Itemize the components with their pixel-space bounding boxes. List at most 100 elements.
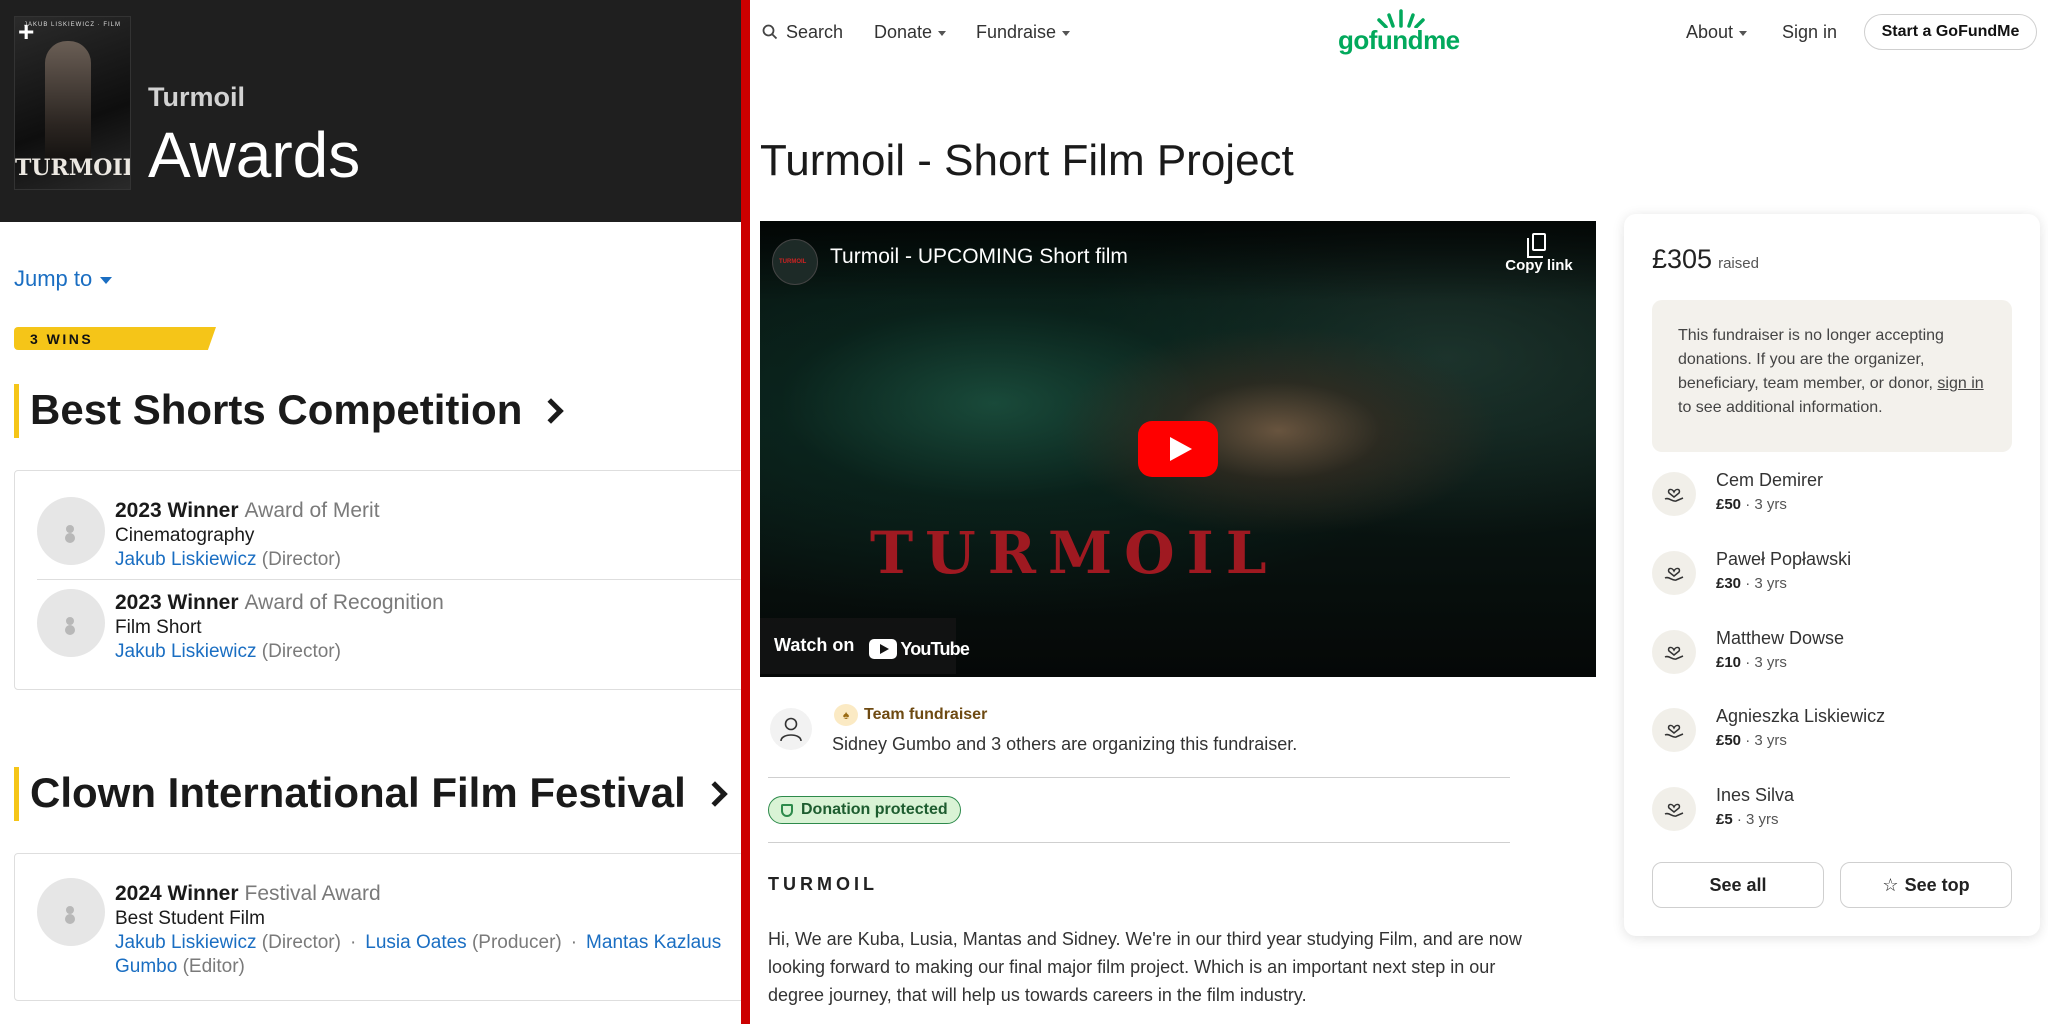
video-title-card: TURMOIL	[870, 519, 1279, 587]
person-link[interactable]: Lusia Oates	[365, 932, 466, 953]
section-title-clown-festival[interactable]: Clown International Film Festival	[14, 767, 728, 821]
donor-item: Cem Demirer £50 · 3 yrs	[1652, 470, 2012, 530]
donation-protected-badge[interactable]: Donation protected	[768, 796, 961, 824]
awards-header: JAKUB LISKIEWICZ · FILM TURMOIL + Turmoi…	[0, 0, 741, 222]
campaign-title: Turmoil - Short Film Project	[760, 136, 1294, 185]
caret-down-icon	[938, 30, 947, 36]
watch-on-youtube-button[interactable]: Watch on YouTube	[760, 618, 970, 674]
donor-amount-time: £50 · 3 yrs	[1716, 496, 1787, 513]
raised-summary: £305 raised	[1652, 244, 1759, 275]
film-title[interactable]: Turmoil	[148, 82, 245, 113]
closed-fundraiser-notice: This fundraiser is no longer accepting d…	[1652, 300, 2012, 452]
poster-caption: TURMOIL	[15, 155, 131, 181]
award-category: Award of Merit	[244, 499, 380, 522]
logo-wordmark: gofundme	[1338, 25, 1460, 55]
donor-item: Paweł Popławski £30 · 3 yrs	[1652, 549, 2012, 609]
imdb-awards-pane: JAKUB LISKIEWICZ · FILM TURMOIL + Turmoi…	[0, 0, 741, 1024]
separator: ·	[349, 932, 357, 953]
person-role: (Director)	[261, 549, 341, 570]
play-button-icon[interactable]	[1138, 421, 1218, 477]
award-row: 2024 Winner Festival Award Best Student F…	[15, 854, 741, 1002]
award-people: Jakub Liskiewicz (Director)	[115, 641, 341, 663]
team-fundraiser-label: Team fundraiser	[864, 706, 988, 723]
gofundme-logo[interactable]: gofundme	[1338, 8, 1468, 55]
nav-about[interactable]: About	[1686, 22, 1748, 43]
organizer-avatar[interactable]	[770, 708, 812, 750]
pane-divider	[741, 0, 750, 1024]
person-role: (Director)	[261, 641, 341, 662]
chevron-right-icon	[702, 781, 728, 807]
copy-link-button[interactable]: Copy link	[1496, 233, 1582, 274]
notice-sign-in-link[interactable]: sign in	[1937, 375, 1983, 392]
avatar-placeholder-icon	[37, 878, 105, 946]
donor-amount-time: £5 · 3 yrs	[1716, 811, 1779, 828]
start-gofundme-button[interactable]: Start a GoFundMe	[1864, 14, 2037, 50]
channel-avatar[interactable]	[772, 239, 818, 285]
search-icon	[762, 24, 778, 40]
award-detail: Film Short	[115, 617, 202, 638]
section-title-best-shorts[interactable]: Best Shorts Competition	[14, 384, 565, 438]
donor-name: Cem Demirer	[1716, 470, 1824, 490]
jump-to-dropdown[interactable]: Jump to	[14, 266, 113, 292]
gofundme-pane: Search Donate Fundraise gofundme About S…	[750, 0, 2048, 1024]
section-title-text: Clown International Film Festival	[30, 769, 686, 816]
nav-donate[interactable]: Donate	[874, 22, 947, 43]
award-detail: Best Student Film	[115, 908, 265, 929]
donor-name: Ines Silva	[1716, 785, 1795, 805]
award-people-continued: Gumbo (Editor)	[115, 956, 245, 978]
see-top-button[interactable]: ☆ See top	[1840, 862, 2012, 908]
person-link[interactable]: Jakub Liskiewicz	[115, 932, 257, 953]
donation-sidebar-card: £305 raised This fundraiser is no longer …	[1624, 214, 2040, 936]
page-heading: Awards	[148, 119, 361, 191]
add-to-watchlist-icon[interactable]: +	[18, 18, 34, 46]
donation-protected-label: Donation protected	[801, 801, 948, 818]
caret-down-icon	[100, 276, 113, 284]
award-row: 2023 Winner Award of Recognition Film Sho…	[15, 579, 741, 689]
donor-amount-time: £30 · 3 yrs	[1716, 575, 1787, 592]
video-title[interactable]: Turmoil - UPCOMING Short film	[830, 245, 1128, 269]
donor-heart-hand-icon	[1652, 630, 1696, 674]
nav-fundraise-label: Fundraise	[976, 22, 1057, 42]
avatar-placeholder-icon	[37, 589, 105, 657]
donor-amount-time: £10 · 3 yrs	[1716, 654, 1787, 671]
notice-text: This fundraiser is no longer accepting d…	[1678, 327, 1944, 392]
donor-item: Matthew Dowse £10 · 3 yrs	[1652, 628, 2012, 688]
award-row: 2023 Winner Award of Merit Cinematography…	[15, 471, 741, 579]
donor-name: Paweł Popławski	[1716, 549, 1852, 569]
video-player[interactable]: Turmoil - UPCOMING Short film Copy link …	[760, 221, 1596, 677]
nav-sign-in[interactable]: Sign in	[1782, 22, 1837, 43]
divider	[768, 777, 1510, 778]
person-link[interactable]: Jakub Liskiewicz	[115, 549, 257, 570]
organizer-description: Sidney Gumbo and 3 others are organizing…	[832, 734, 1298, 754]
nav-fundraise[interactable]: Fundraise	[976, 22, 1071, 43]
nav-search-label: Search	[786, 22, 844, 42]
award-outcome: 2024 Winner Festival Award	[115, 882, 381, 905]
award-category: Festival Award	[244, 882, 381, 905]
star-icon: ☆	[1882, 875, 1899, 895]
nav-about-label: About	[1686, 22, 1734, 42]
see-all-button[interactable]: See all	[1652, 862, 1824, 908]
separator: ·	[570, 932, 578, 953]
award-card: 2024 Winner Festival Award Best Student F…	[14, 853, 741, 1001]
person-link[interactable]: Gumbo	[115, 956, 177, 977]
poster-figure	[45, 41, 91, 161]
shield-icon	[781, 804, 793, 817]
donor-name: Agnieszka Liskiewicz	[1716, 706, 1886, 726]
team-icon: ♠	[834, 704, 858, 726]
story-body: Hi, We are Kuba, Lusia, Mantas and Sidne…	[768, 929, 1522, 1005]
caret-down-icon	[1739, 30, 1748, 36]
nav-search[interactable]: Search	[762, 22, 843, 43]
donor-heart-hand-icon	[1652, 708, 1696, 752]
person-link[interactable]: Mantas Kazlaus	[586, 932, 721, 953]
nav-donate-label: Donate	[874, 22, 933, 42]
donor-item: Agnieszka Liskiewicz £50 · 3 yrs	[1652, 706, 2012, 766]
see-top-label: See top	[1904, 875, 1970, 895]
donor-amount-time: £50 · 3 yrs	[1716, 732, 1787, 749]
youtube-logo-icon: YouTube	[869, 638, 970, 660]
notice-text-end: to see additional information.	[1678, 399, 1883, 416]
award-category: Award of Recognition	[244, 591, 444, 614]
person-link[interactable]: Jakub Liskiewicz	[115, 641, 257, 662]
award-outcome: 2023 Winner Award of Merit	[115, 499, 380, 522]
avatar-placeholder-icon	[37, 497, 105, 565]
watch-on-label: Watch on	[774, 635, 855, 655]
